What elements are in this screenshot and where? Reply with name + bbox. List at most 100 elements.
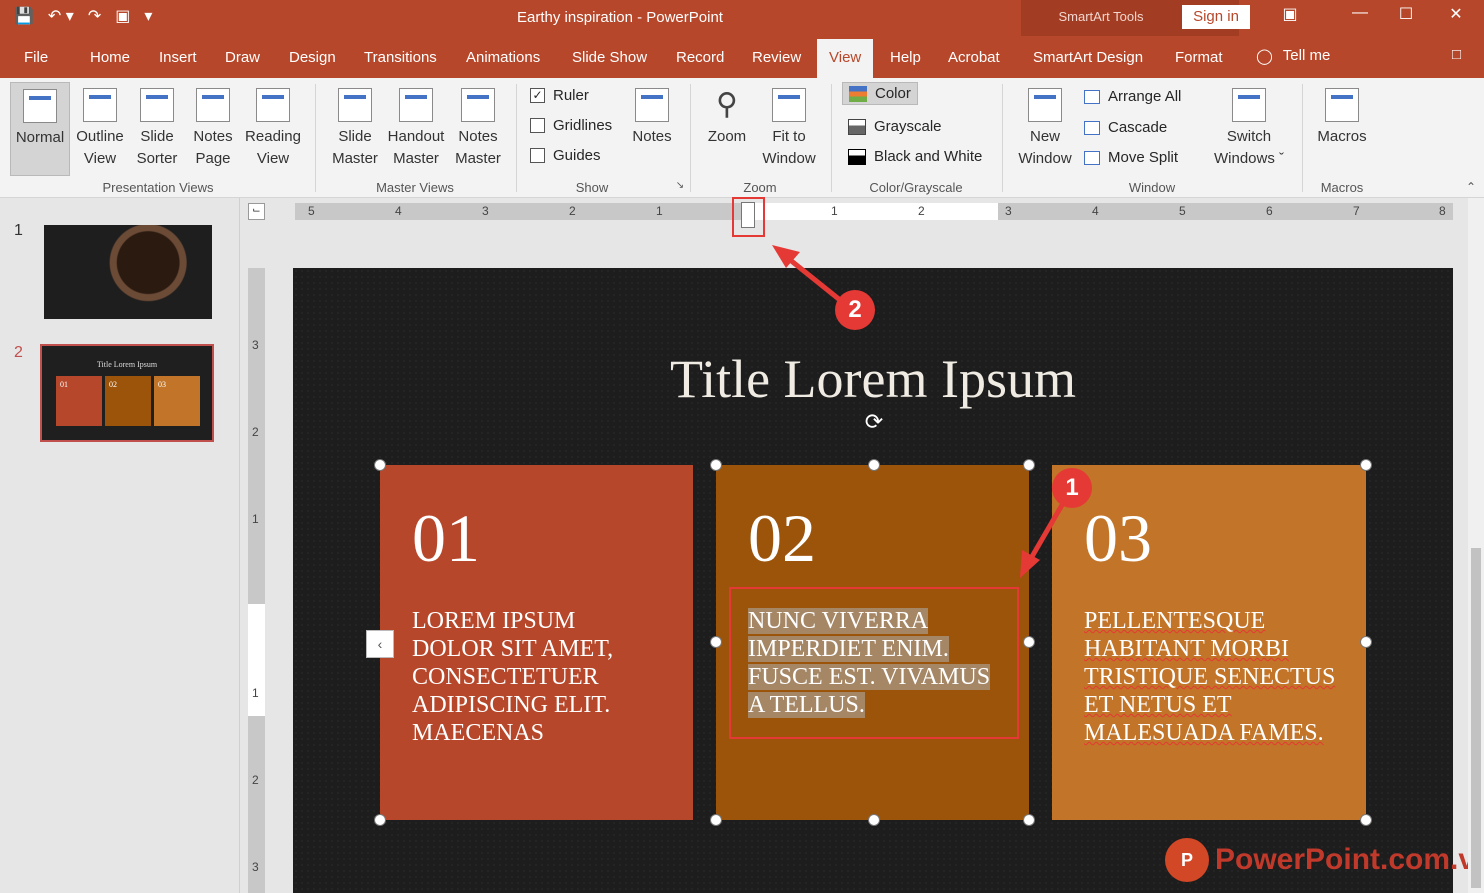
black-and-white-button[interactable]: Black and White	[848, 148, 982, 165]
tab-design[interactable]: Design	[289, 49, 336, 66]
move-split-button[interactable]: Move Split	[1084, 149, 1178, 166]
zoom-button[interactable]: ⚲ Zoom	[700, 88, 754, 148]
checkmark-icon: ✓	[530, 88, 545, 103]
magnifier-icon: ⚲	[716, 88, 738, 121]
bw-swatch-icon	[848, 148, 866, 165]
shape-handle[interactable]	[710, 814, 722, 826]
new-window-button[interactable]: New Window	[1012, 88, 1078, 170]
resize-handle[interactable]	[1360, 459, 1372, 471]
resize-handle[interactable]	[374, 459, 386, 471]
color-button[interactable]: Color	[842, 82, 918, 105]
tab-animations[interactable]: Animations	[466, 49, 540, 66]
slide-thumbnail-2[interactable]: Title Lorem Ipsum 01 02 03	[40, 344, 214, 442]
handout-master-button[interactable]: Handout Master	[384, 88, 448, 170]
tab-draw[interactable]: Draw	[225, 49, 260, 66]
ruler-number: 2	[569, 204, 576, 218]
arrange-all-button[interactable]: Arrange All	[1084, 88, 1181, 105]
tell-me-search[interactable]: ◯ Tell me	[1256, 47, 1330, 65]
normal-view-button[interactable]: Normal	[10, 82, 70, 176]
tab-smartart-design[interactable]: SmartArt Design	[1033, 49, 1143, 66]
switch-windows-button[interactable]: Switch Windows ˇ	[1206, 88, 1292, 170]
ruler-number: 2	[252, 773, 259, 787]
slide-title[interactable]: Title Lorem Ipsum	[293, 348, 1453, 410]
guides-checkbox[interactable]: Guides	[530, 147, 601, 164]
resize-handle[interactable]	[868, 814, 880, 826]
indent-highlight-box	[732, 197, 765, 237]
resize-handle[interactable]	[374, 814, 386, 826]
panel-text[interactable]: PELLENTESQUE HABITANT MORBI TRISTIQUE SE…	[1084, 607, 1336, 747]
slide-master-button[interactable]: Slide Master	[326, 88, 384, 170]
slide-thumbnail-1[interactable]	[44, 225, 212, 319]
scrollbar-thumb[interactable]	[1471, 548, 1481, 888]
cascade-button[interactable]: Cascade	[1084, 119, 1167, 136]
tab-format[interactable]: Format	[1175, 49, 1223, 66]
reading-view-icon	[256, 88, 290, 122]
outline-view-icon	[83, 88, 117, 122]
notes-master-button[interactable]: Notes Master	[450, 88, 506, 170]
tab-insert[interactable]: Insert	[159, 49, 197, 66]
reading-view-button[interactable]: Reading View	[242, 88, 304, 170]
notes-button[interactable]: Notes	[626, 88, 678, 148]
macros-icon	[1325, 88, 1359, 122]
maximize-icon[interactable]: ☐	[1386, 4, 1426, 24]
tab-review[interactable]: Review	[752, 49, 801, 66]
gridlines-checkbox[interactable]: Gridlines	[530, 117, 612, 134]
resize-handle[interactable]	[1360, 636, 1372, 648]
normal-view-icon	[23, 89, 57, 123]
fit-to-window-button[interactable]: Fit to Window	[756, 88, 822, 170]
fit-window-icon	[772, 88, 806, 122]
powerpoint-logo-icon: P	[1165, 838, 1209, 882]
ruler-number: 7	[1353, 204, 1360, 218]
ruler-number: 4	[1092, 204, 1099, 218]
ruler-number: 3	[482, 204, 489, 218]
chevron-down-icon: ˇ	[1279, 150, 1285, 167]
sign-in-button[interactable]: Sign in	[1182, 5, 1250, 29]
text-pane-toggle-icon[interactable]: ‹	[366, 630, 394, 658]
resize-handle[interactable]	[1360, 814, 1372, 826]
tab-help[interactable]: Help	[890, 49, 921, 66]
shape-handle[interactable]	[710, 636, 722, 648]
smartart-panel-1[interactable]: 01 LOREM IPSUM DOLOR SIT AMET, CONSECTET…	[380, 465, 693, 820]
grayscale-button[interactable]: Grayscale	[848, 118, 942, 135]
tab-record[interactable]: Record	[676, 49, 724, 66]
tab-home[interactable]: Home	[90, 49, 130, 66]
rotate-handle-icon[interactable]: ⟳	[862, 410, 886, 434]
smartart-tools-label: SmartArt Tools	[1058, 9, 1144, 24]
handout-master-icon	[399, 88, 433, 122]
ribbon-display-icon[interactable]: ▣	[1270, 4, 1310, 24]
close-icon[interactable]: ✕	[1436, 4, 1476, 24]
ribbon: Normal Outline View Slide Sorter Notes P…	[0, 78, 1484, 198]
tab-selector-icon[interactable]: ⌙	[248, 203, 265, 220]
ribbon-tabs: File Home Insert Draw Design Transitions…	[0, 36, 1484, 78]
tab-slide-show[interactable]: Slide Show	[572, 49, 647, 66]
zoom-group-label: Zoom	[743, 180, 777, 195]
shape-handle[interactable]	[710, 459, 722, 471]
tab-file[interactable]: File	[24, 49, 48, 66]
shape-handle[interactable]	[1023, 814, 1035, 826]
comments-icon[interactable]: □	[1452, 46, 1461, 63]
notes-master-icon	[461, 88, 495, 122]
macros-button[interactable]: Macros	[1312, 88, 1372, 148]
ruler-checkbox[interactable]: ✓ Ruler	[530, 87, 589, 104]
slide-master-icon	[338, 88, 372, 122]
resize-handle[interactable]	[868, 459, 880, 471]
tab-view[interactable]: View	[817, 39, 874, 78]
minimize-icon[interactable]: —	[1340, 4, 1380, 22]
dialog-launcher-icon[interactable]: ↘	[674, 180, 686, 191]
thumbnail-title: Title Lorem Ipsum	[96, 360, 158, 369]
vertical-ruler[interactable]	[248, 268, 265, 893]
outline-view-button[interactable]: Outline View	[72, 88, 128, 170]
panel-text[interactable]: LOREM IPSUM DOLOR SIT AMET, CONSECTETUER…	[412, 607, 663, 747]
tab-transitions[interactable]: Transitions	[364, 49, 437, 66]
shape-handle[interactable]	[1023, 459, 1035, 471]
slide-sorter-button[interactable]: Slide Sorter	[130, 88, 184, 170]
vertical-scrollbar[interactable]	[1468, 198, 1484, 893]
smartart-panel-3[interactable]: 03 PELLENTESQUE HABITANT MORBI TRISTIQUE…	[1052, 465, 1366, 820]
shape-handle[interactable]	[1023, 636, 1035, 648]
show-group-label: Show	[575, 180, 609, 195]
grayscale-swatch-icon	[848, 118, 866, 135]
group-separator	[1002, 84, 1003, 192]
notes-page-button[interactable]: Notes Page	[186, 88, 240, 170]
tab-acrobat[interactable]: Acrobat	[948, 49, 1000, 66]
collapse-ribbon-icon[interactable]: ⌃	[1466, 180, 1476, 194]
